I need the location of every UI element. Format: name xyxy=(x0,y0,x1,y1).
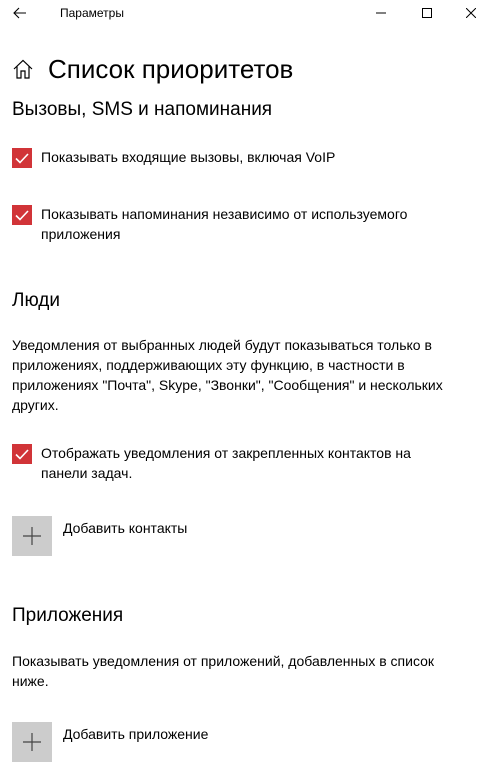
checkbox-calls[interactable] xyxy=(12,148,32,168)
maximize-button[interactable] xyxy=(404,0,450,26)
plus-icon xyxy=(23,527,41,545)
section-title-apps: Приложения xyxy=(12,605,124,626)
section-title-people: Люди xyxy=(12,290,61,311)
add-contacts-label: Добавить контакты xyxy=(63,520,188,536)
checkbox-row-pinned[interactable]: Отображать уведомления от закрепленных к… xyxy=(12,443,472,485)
checkmark-icon xyxy=(15,209,29,221)
minimize-icon xyxy=(376,12,386,14)
arrow-left-icon xyxy=(13,7,26,19)
checkbox-row-calls[interactable]: Показывать входящие вызовы, включая VoIP xyxy=(12,147,472,169)
window-title: Параметры xyxy=(60,6,124,20)
add-contacts-button[interactable]: Добавить контакты xyxy=(12,516,272,556)
checkbox-label-calls: Показывать входящие вызовы, включая VoIP xyxy=(41,149,336,165)
add-app-tile[interactable] xyxy=(12,722,52,762)
checkbox-label-reminders: Показывать напоминания независимо от исп… xyxy=(41,206,408,242)
checkbox-row-reminders[interactable]: Показывать напоминания независимо от исп… xyxy=(12,204,472,246)
checkbox-label-pinned: Отображать уведомления от закрепленных к… xyxy=(41,445,411,481)
add-contacts-tile[interactable] xyxy=(12,516,52,556)
add-app-label: Добавить приложение xyxy=(63,726,209,742)
add-app-button[interactable]: Добавить приложение xyxy=(12,722,272,762)
page-title: Список приоритетов xyxy=(48,54,294,84)
close-button[interactable] xyxy=(450,0,491,26)
checkmark-icon xyxy=(15,448,29,460)
title-bar: Параметры xyxy=(0,0,491,28)
back-button[interactable] xyxy=(8,2,32,24)
checkmark-icon xyxy=(15,152,29,164)
checkbox-pinned[interactable] xyxy=(12,444,32,464)
apps-description: Показывать уведомления от приложений, до… xyxy=(12,653,435,689)
section-title-calls: Вызовы, SMS и напоминания xyxy=(12,99,273,120)
close-icon xyxy=(465,8,476,18)
home-icon[interactable] xyxy=(12,58,34,80)
people-description: Уведомления от выбранных людей будут пок… xyxy=(12,337,443,413)
minimize-button[interactable] xyxy=(358,0,404,26)
plus-icon xyxy=(23,733,41,751)
maximize-icon xyxy=(422,8,432,18)
checkbox-reminders[interactable] xyxy=(12,205,32,225)
